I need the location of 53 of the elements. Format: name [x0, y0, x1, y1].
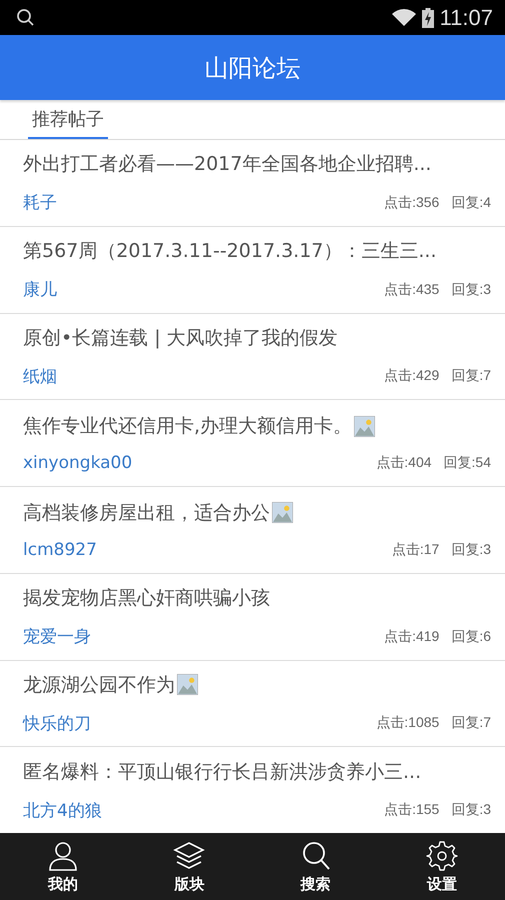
battery-icon	[422, 8, 434, 28]
post-item[interactable]: 原创•长篇连载 | 大风吹掉了我的假发 纸烟 点击:429 回复:7	[0, 314, 505, 400]
author-name[interactable]: xinyongka00	[23, 453, 132, 474]
post-title: 外出打工者必看——2017年全国各地企业招聘...	[23, 152, 432, 178]
header-title: 山阳论坛	[204, 52, 300, 84]
author-name[interactable]: 宠爱一身	[23, 625, 91, 648]
author-name[interactable]: lcm8927	[23, 540, 97, 560]
reply-count: 回复:4	[451, 194, 491, 212]
reply-count: 回复:54	[444, 454, 491, 472]
post-title: 揭发宠物店黑心奸商哄骗小孩	[23, 586, 270, 612]
nav-button[interactable]: 版块	[126, 833, 252, 900]
post-item[interactable]: 外出打工者必看——2017年全国各地企业招聘... 耗子 点击:356 回复:4	[0, 140, 505, 227]
person-icon	[47, 840, 80, 872]
click-count: 点击:1085	[376, 714, 440, 732]
wifi-icon	[392, 8, 416, 26]
author-name[interactable]: 耗子	[23, 191, 57, 214]
nav-button[interactable]: 搜索	[252, 833, 379, 900]
post-title: 第567周（2017.3.11--2017.3.17）：三生三...	[23, 239, 436, 264]
post-title: 焦作专业代还信用卡,办理大额信用卡。	[23, 414, 352, 440]
author-name[interactable]: 纸烟	[23, 364, 57, 388]
post-title: 高档装修房屋出租，适合办公	[23, 500, 270, 526]
author-name[interactable]: 康儿	[23, 278, 57, 302]
post-item[interactable]: 第567周（2017.3.11--2017.3.17）：三生三... 康儿 点击:435 回复:3	[0, 226, 505, 314]
reply-count: 回复:6	[451, 628, 491, 646]
post-item[interactable]: 揭发宠物店黑心奸商哄骗小孩 宠爱一身 点击:419 回复:6	[0, 574, 505, 660]
reply-count: 回复:7	[451, 367, 491, 386]
post-item[interactable]: 焦作专业代还信用卡,办理大额信用卡。 xinyongka00 点击:404 回复:54	[0, 400, 505, 487]
author-name[interactable]: 北方4的狼	[23, 798, 102, 822]
reply-count: 回复:3	[451, 540, 491, 559]
reply-count: 回复:3	[451, 801, 491, 820]
layers-icon	[173, 840, 206, 872]
click-count: 点击:404	[376, 454, 432, 472]
post-title: 原创•长篇连载 | 大风吹掉了我的假发	[23, 326, 338, 351]
tab[interactable]: 推荐帖子	[28, 107, 108, 139]
author-name[interactable]: 快乐的刀	[23, 712, 91, 735]
click-count: 点击:429	[384, 367, 440, 386]
post-title: 龙源湖公园不作为	[23, 672, 175, 698]
settings-icon	[426, 840, 458, 872]
post-title: 匿名爆料：平顶山银行行长吕新洪涉贪养小三...	[23, 760, 422, 785]
post-item[interactable]: 匿名爆料：平顶山银行行长吕新洪涉贪养小三... 北方4的狼 点击:155 回复:3	[0, 747, 505, 833]
nav-button[interactable]: 设置	[378, 833, 505, 900]
reply-count: 回复:7	[451, 714, 491, 732]
reply-count: 回复:3	[451, 280, 491, 299]
nav-button[interactable]: 我的	[0, 833, 126, 900]
click-count: 点击:435	[384, 280, 440, 299]
click-count: 点击:419	[384, 628, 440, 646]
post-item[interactable]: 龙源湖公园不作为 快乐的刀 点击:1085 回复:7	[0, 660, 505, 748]
click-count: 点击:17	[392, 540, 440, 559]
post-item[interactable]: 高档装修房屋出租，适合办公 lcm8927 点击:17 回复:3	[0, 487, 505, 574]
click-count: 点击:356	[384, 194, 440, 212]
click-count: 点击:155	[384, 801, 440, 820]
search-icon	[16, 8, 36, 28]
clock: 11:07	[440, 4, 493, 30]
